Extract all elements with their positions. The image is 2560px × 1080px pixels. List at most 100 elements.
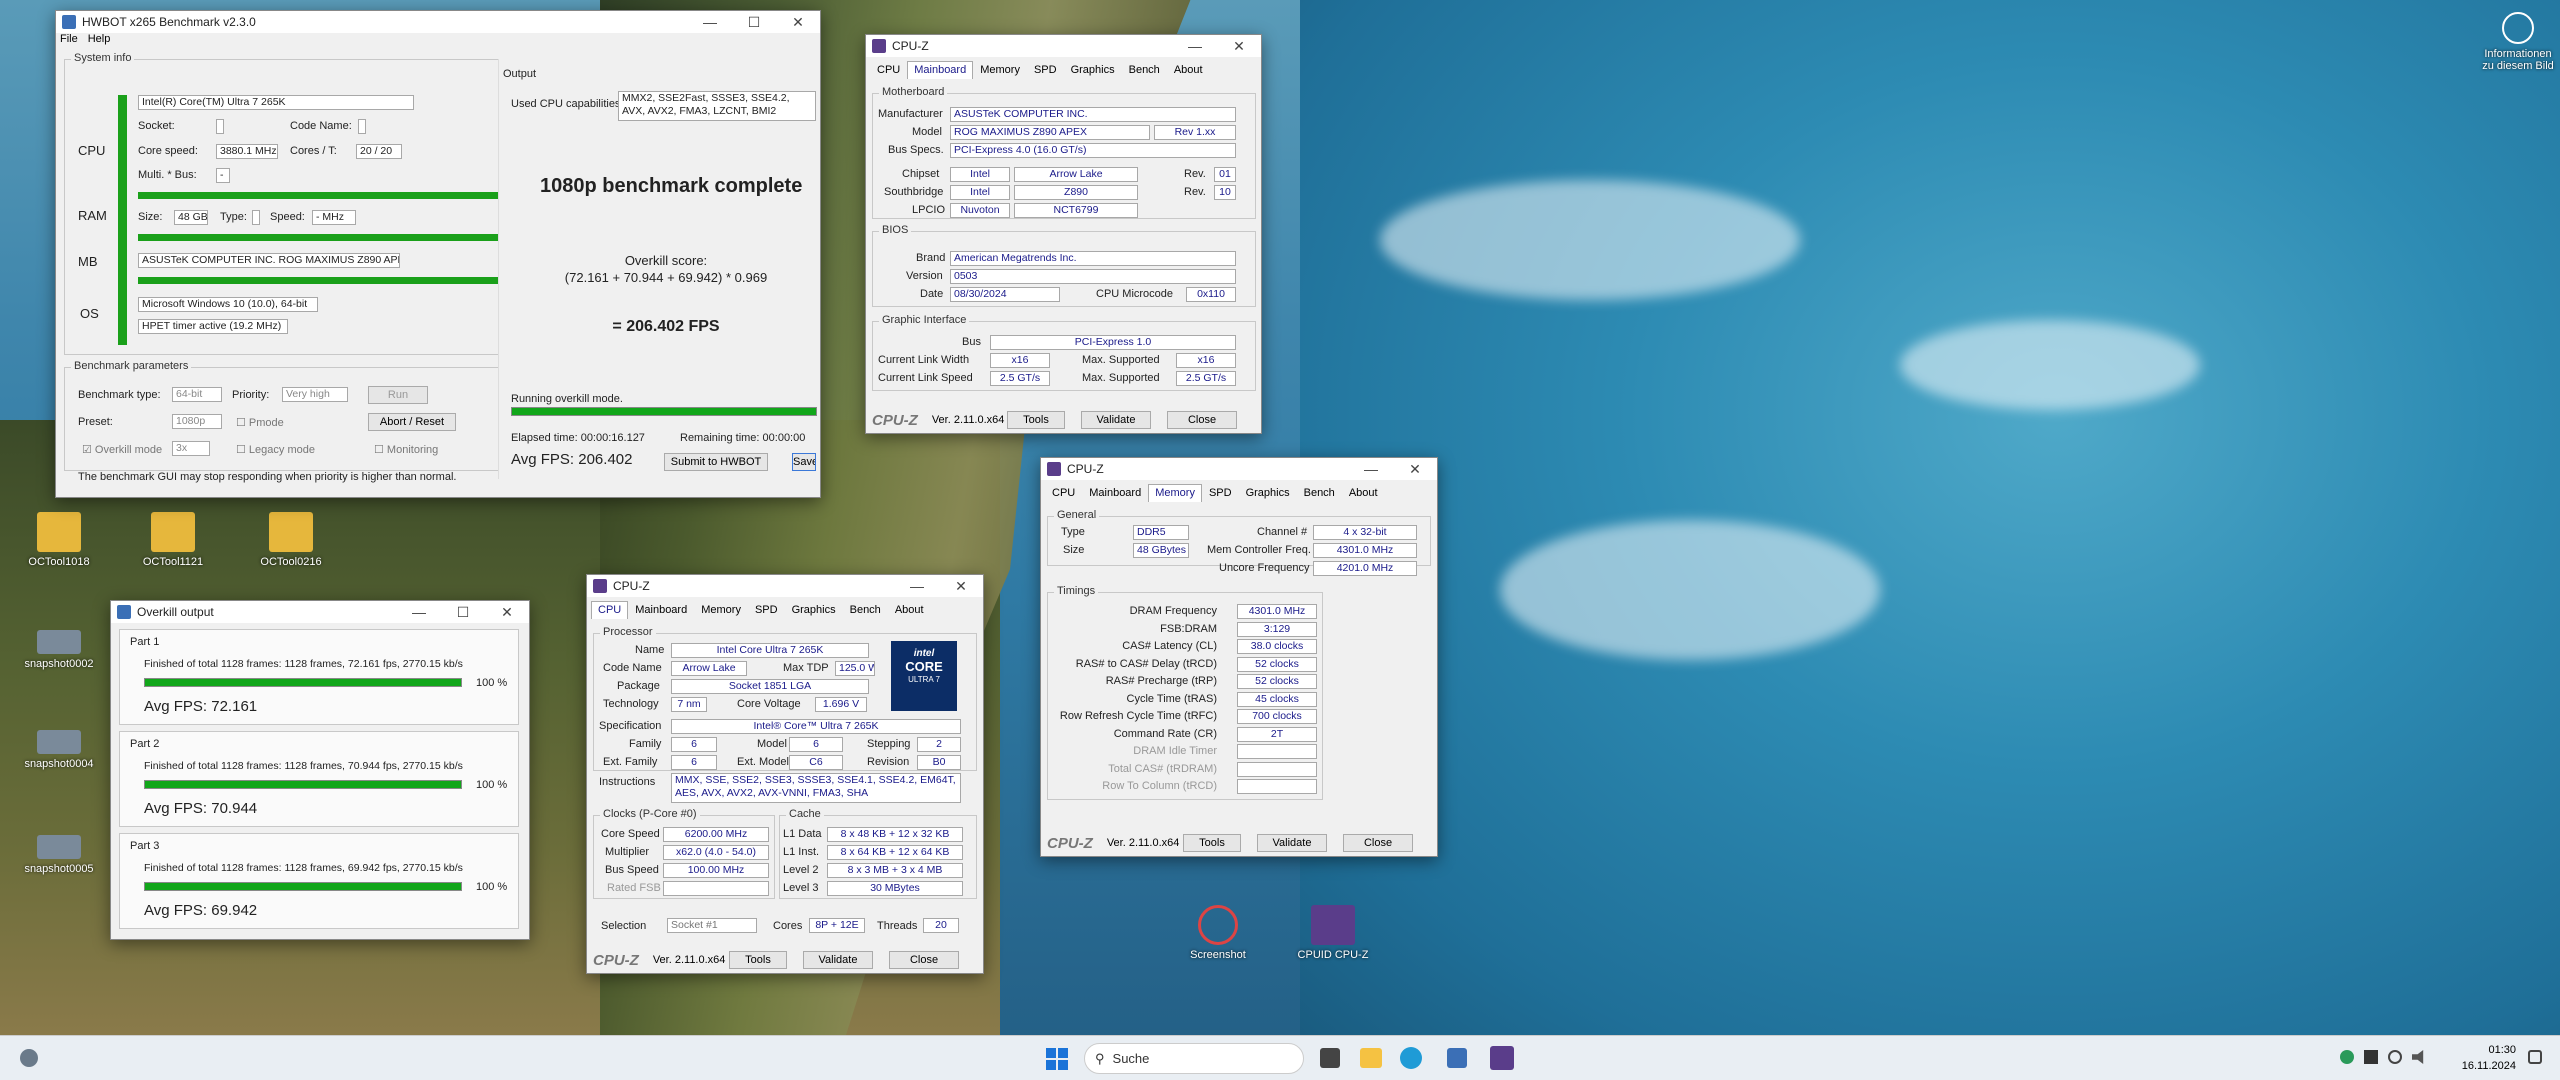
tab-graphics[interactable]: Graphics bbox=[785, 601, 843, 619]
tab-about[interactable]: About bbox=[1342, 484, 1385, 502]
overkill-select[interactable]: 3x bbox=[172, 441, 210, 456]
os-field: Microsoft Windows 10 (10.0), 64-bit bbox=[138, 297, 318, 312]
tab-spd[interactable]: SPD bbox=[1202, 484, 1239, 502]
tools-button[interactable]: Tools bbox=[1007, 411, 1065, 429]
close-icon[interactable]: ✕ bbox=[939, 578, 983, 595]
file-explorer-icon[interactable] bbox=[1360, 1048, 1382, 1068]
overkill-titlebar[interactable]: Overkill output — ☐ ✕ bbox=[111, 601, 529, 623]
submit-hwbot-button[interactable]: Submit to HWBOT bbox=[664, 453, 768, 471]
tab-memory[interactable]: Memory bbox=[973, 61, 1027, 79]
close-icon[interactable]: ✕ bbox=[1393, 461, 1437, 478]
tab-bench[interactable]: Bench bbox=[1122, 61, 1167, 79]
cpuz-titlebar[interactable]: CPU-Z — ✕ bbox=[1041, 458, 1437, 480]
hwbot-taskbar-icon[interactable] bbox=[1447, 1048, 1467, 1068]
close-button[interactable]: Close bbox=[1343, 834, 1413, 852]
validate-button[interactable]: Validate bbox=[803, 951, 873, 969]
tab-memory[interactable]: Memory bbox=[1148, 484, 1202, 502]
search-box[interactable]: ⚲ Suche bbox=[1084, 1043, 1304, 1074]
tab-graphics[interactable]: Graphics bbox=[1064, 61, 1122, 79]
volume-icon[interactable] bbox=[2412, 1050, 2424, 1064]
socket-select[interactable]: Socket #1 bbox=[667, 918, 757, 933]
desktop-icon-screenshot[interactable]: Screenshot bbox=[1173, 905, 1263, 961]
close-icon[interactable]: ✕ bbox=[1217, 38, 1261, 55]
validate-button[interactable]: Validate bbox=[1257, 834, 1327, 852]
taskview-icon[interactable] bbox=[1320, 1048, 1340, 1068]
wallpaper-sea bbox=[1300, 0, 2560, 1035]
tab-mainboard[interactable]: Mainboard bbox=[628, 601, 694, 619]
desktop-icon-snapshot0005[interactable]: snapshot0005 bbox=[14, 835, 104, 875]
overkill-checkbox[interactable]: ☑ Overkill mode bbox=[82, 443, 162, 456]
tab-mainboard[interactable]: Mainboard bbox=[1082, 484, 1148, 502]
benchmark-progress bbox=[511, 407, 817, 416]
tab-cpu[interactable]: CPU bbox=[870, 61, 907, 79]
tab-bench[interactable]: Bench bbox=[1297, 484, 1342, 502]
tab-memory[interactable]: Memory bbox=[694, 601, 748, 619]
edge-icon[interactable] bbox=[1400, 1047, 1422, 1069]
cpuz-app-icon bbox=[1047, 462, 1061, 476]
bios-version-field: 0503 bbox=[950, 269, 1236, 284]
hwbot-titlebar[interactable]: HWBOT x265 Benchmark v2.3.0 — ☐ ✕ bbox=[56, 11, 820, 33]
image-icon bbox=[37, 730, 81, 754]
wave-foam bbox=[1900, 320, 2200, 410]
desktop-icon-cpuz[interactable]: CPUID CPU-Z bbox=[1288, 905, 1378, 961]
bios-date-field: 08/30/2024 bbox=[950, 287, 1060, 302]
menu-file[interactable]: File bbox=[60, 33, 78, 49]
desktop-icon-octool1121[interactable]: OCTool1121 bbox=[128, 512, 218, 568]
notification-bell-icon[interactable] bbox=[2528, 1050, 2542, 1064]
bing-info[interactable]: Informationen zu diesem Bild bbox=[2478, 12, 2558, 72]
priority-select[interactable]: Very high bbox=[282, 387, 348, 402]
minimize-icon[interactable]: — bbox=[397, 604, 441, 621]
timer-field: HPET timer active (19.2 MHz) bbox=[138, 319, 288, 334]
desktop-icon-snapshot0004[interactable]: snapshot0004 bbox=[14, 730, 104, 770]
close-icon[interactable]: ✕ bbox=[776, 14, 820, 31]
tab-bench[interactable]: Bench bbox=[843, 601, 888, 619]
close-button[interactable]: Close bbox=[1167, 411, 1237, 429]
minimize-icon[interactable]: — bbox=[1173, 38, 1217, 55]
legacy-checkbox[interactable]: ☐ Legacy mode bbox=[236, 443, 315, 456]
tab-spd[interactable]: SPD bbox=[748, 601, 785, 619]
cpuz-logo: CPU-Z bbox=[1047, 834, 1093, 852]
clock[interactable]: 01:30 16.11.2024 bbox=[2456, 1042, 2516, 1074]
network-icon[interactable] bbox=[2388, 1050, 2402, 1064]
search-icon: ⚲ bbox=[1095, 1050, 1105, 1066]
tab-graphics[interactable]: Graphics bbox=[1239, 484, 1297, 502]
tray-app-icon[interactable] bbox=[2340, 1050, 2354, 1064]
minimize-icon[interactable]: — bbox=[895, 578, 939, 595]
tools-button[interactable]: Tools bbox=[729, 951, 787, 969]
minimize-icon[interactable]: — bbox=[1349, 461, 1393, 478]
ram-size-field: 48 GB bbox=[174, 210, 208, 225]
monitoring-checkbox[interactable]: ☐ Monitoring bbox=[374, 443, 438, 456]
minimize-icon[interactable]: — bbox=[688, 14, 732, 31]
tools-button[interactable]: Tools bbox=[1183, 834, 1241, 852]
widgets-icon[interactable] bbox=[20, 1049, 38, 1067]
benchmark-type-select[interactable]: 64-bit bbox=[172, 387, 222, 402]
tab-about[interactable]: About bbox=[1167, 61, 1210, 79]
cpuz-taskbar-icon[interactable] bbox=[1490, 1046, 1514, 1070]
menu-help[interactable]: Help bbox=[88, 33, 111, 49]
tab-about[interactable]: About bbox=[888, 601, 931, 619]
tray-app-icon[interactable] bbox=[2364, 1050, 2378, 1064]
start-icon[interactable] bbox=[1046, 1048, 1068, 1070]
timing-field: 700 clocks bbox=[1237, 709, 1317, 724]
validate-button[interactable]: Validate bbox=[1081, 411, 1151, 429]
close-button[interactable]: Close bbox=[889, 951, 959, 969]
tab-cpu[interactable]: CPU bbox=[1045, 484, 1082, 502]
tab-cpu[interactable]: CPU bbox=[591, 601, 629, 619]
maximize-icon[interactable]: ☐ bbox=[732, 14, 776, 31]
cpuz-titlebar[interactable]: CPU-Z — ✕ bbox=[587, 575, 983, 597]
tab-spd[interactable]: SPD bbox=[1027, 61, 1064, 79]
abort-reset-button[interactable]: Abort / Reset bbox=[368, 413, 456, 431]
tab-mainboard[interactable]: Mainboard bbox=[907, 61, 974, 79]
cpuz-memory-window: CPU-Z — ✕ CPU Mainboard Memory SPD Graphics Ben… bbox=[1040, 457, 1438, 857]
cpuz-titlebar[interactable]: CPU-Z — ✕ bbox=[866, 35, 1261, 57]
desktop-icon-octool1018[interactable]: OCTool1018 bbox=[14, 512, 104, 568]
cores-field: 20 / 20 bbox=[356, 144, 402, 159]
close-icon[interactable]: ✕ bbox=[485, 604, 529, 621]
desktop-icon-octool0216[interactable]: OCTool0216 bbox=[246, 512, 336, 568]
maximize-icon[interactable]: ☐ bbox=[441, 604, 485, 621]
preset-select[interactable]: 1080p bbox=[172, 414, 222, 429]
desktop-icon-snapshot0002[interactable]: snapshot0002 bbox=[14, 630, 104, 670]
pmode-checkbox[interactable]: ☐ Pmode bbox=[236, 416, 284, 429]
run-button[interactable]: Run bbox=[368, 386, 428, 404]
save-button[interactable]: Save bbox=[792, 453, 816, 471]
